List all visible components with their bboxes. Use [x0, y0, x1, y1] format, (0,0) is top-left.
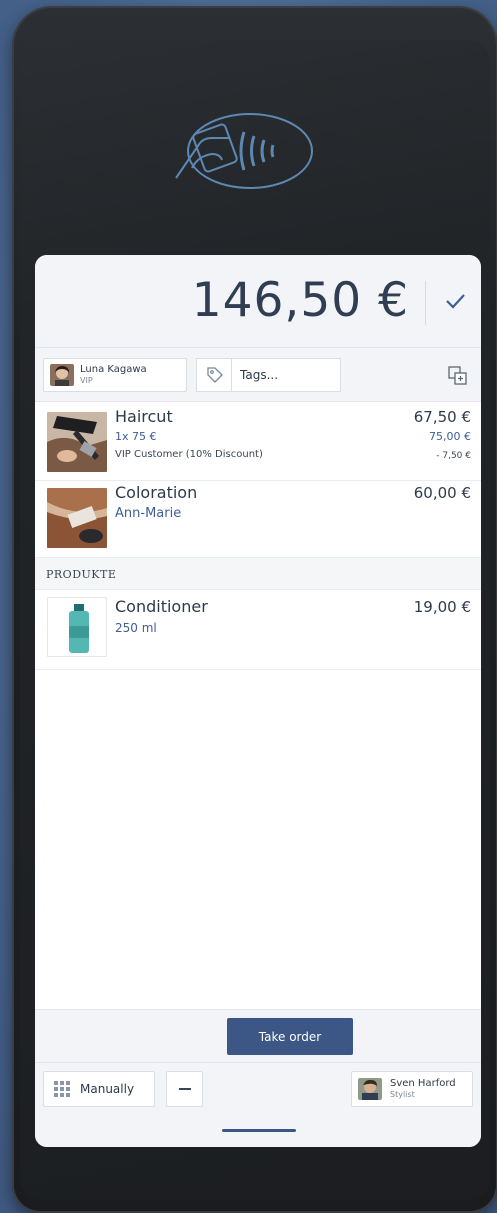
section-header-products: PRODUKTE	[35, 558, 481, 590]
minus-icon	[178, 1088, 191, 1090]
divider	[425, 281, 426, 325]
manual-entry-button[interactable]: Manually	[43, 1071, 155, 1107]
order-actions: Take order Manually Sven Harford Stylist	[35, 1009, 481, 1147]
confirm-button[interactable]	[437, 283, 473, 319]
take-order-button[interactable]: Take order	[227, 1018, 353, 1055]
stylist-selector[interactable]: Sven Harford Stylist	[351, 1071, 473, 1107]
remove-button[interactable]	[166, 1071, 203, 1107]
home-indicator[interactable]	[222, 1129, 296, 1132]
stylist-name: Sven Harford	[390, 1078, 456, 1089]
keypad-icon	[54, 1081, 70, 1097]
checkmark-icon	[446, 294, 465, 309]
item-title: Conditioner	[115, 597, 208, 616]
total-bar: 146,50 €	[35, 255, 481, 348]
tag-button[interactable]	[196, 358, 232, 392]
order-item-haircut[interactable]: Haircut 1x 75 € VIP Customer (10% Discou…	[35, 402, 481, 481]
order-toolbar: Luna Kagawa VIP	[35, 348, 481, 402]
item-size: 250 ml	[115, 621, 157, 635]
item-price: 60,00 €	[413, 484, 471, 502]
customer-avatar	[50, 364, 74, 386]
item-original-price: 75,00 €	[429, 430, 471, 443]
order-item-conditioner[interactable]: Conditioner 250 ml 19,00 €	[35, 590, 481, 670]
item-discount-amount: - 7,50 €	[436, 451, 471, 461]
tags-input[interactable]	[231, 358, 341, 392]
order-item-coloration[interactable]: Coloration Ann-Marie 60,00 €	[35, 481, 481, 558]
item-price: 67,50 €	[413, 408, 471, 426]
stylist-avatar	[358, 1078, 382, 1100]
conditioner-image	[47, 597, 107, 657]
manual-label: Manually	[80, 1082, 135, 1096]
stylist-role: Stylist	[390, 1090, 415, 1099]
haircut-image	[47, 412, 107, 472]
customer-status: VIP	[80, 376, 93, 385]
coloration-image	[47, 488, 107, 548]
item-title: Haircut	[115, 407, 173, 426]
divider	[35, 1062, 481, 1063]
item-price: 19,00 €	[413, 598, 471, 616]
customer-selector[interactable]: Luna Kagawa VIP	[43, 358, 187, 392]
order-total: 146,50 €	[191, 273, 409, 328]
duplicate-order-button[interactable]	[447, 365, 469, 387]
item-stylist: Ann-Marie	[115, 506, 182, 521]
tag-icon	[206, 367, 223, 383]
customer-name: Luna Kagawa	[80, 364, 147, 375]
copy-icon	[448, 366, 467, 385]
item-quantity: 1x 75 €	[115, 430, 157, 443]
item-title: Coloration	[115, 483, 198, 502]
contactless-nfc-icon	[175, 113, 313, 189]
pos-screen: 146,50 € Luna Kagawa VIP Tags... Haircut…	[35, 255, 481, 1147]
item-discount-label: VIP Customer (10% Discount)	[115, 449, 263, 460]
